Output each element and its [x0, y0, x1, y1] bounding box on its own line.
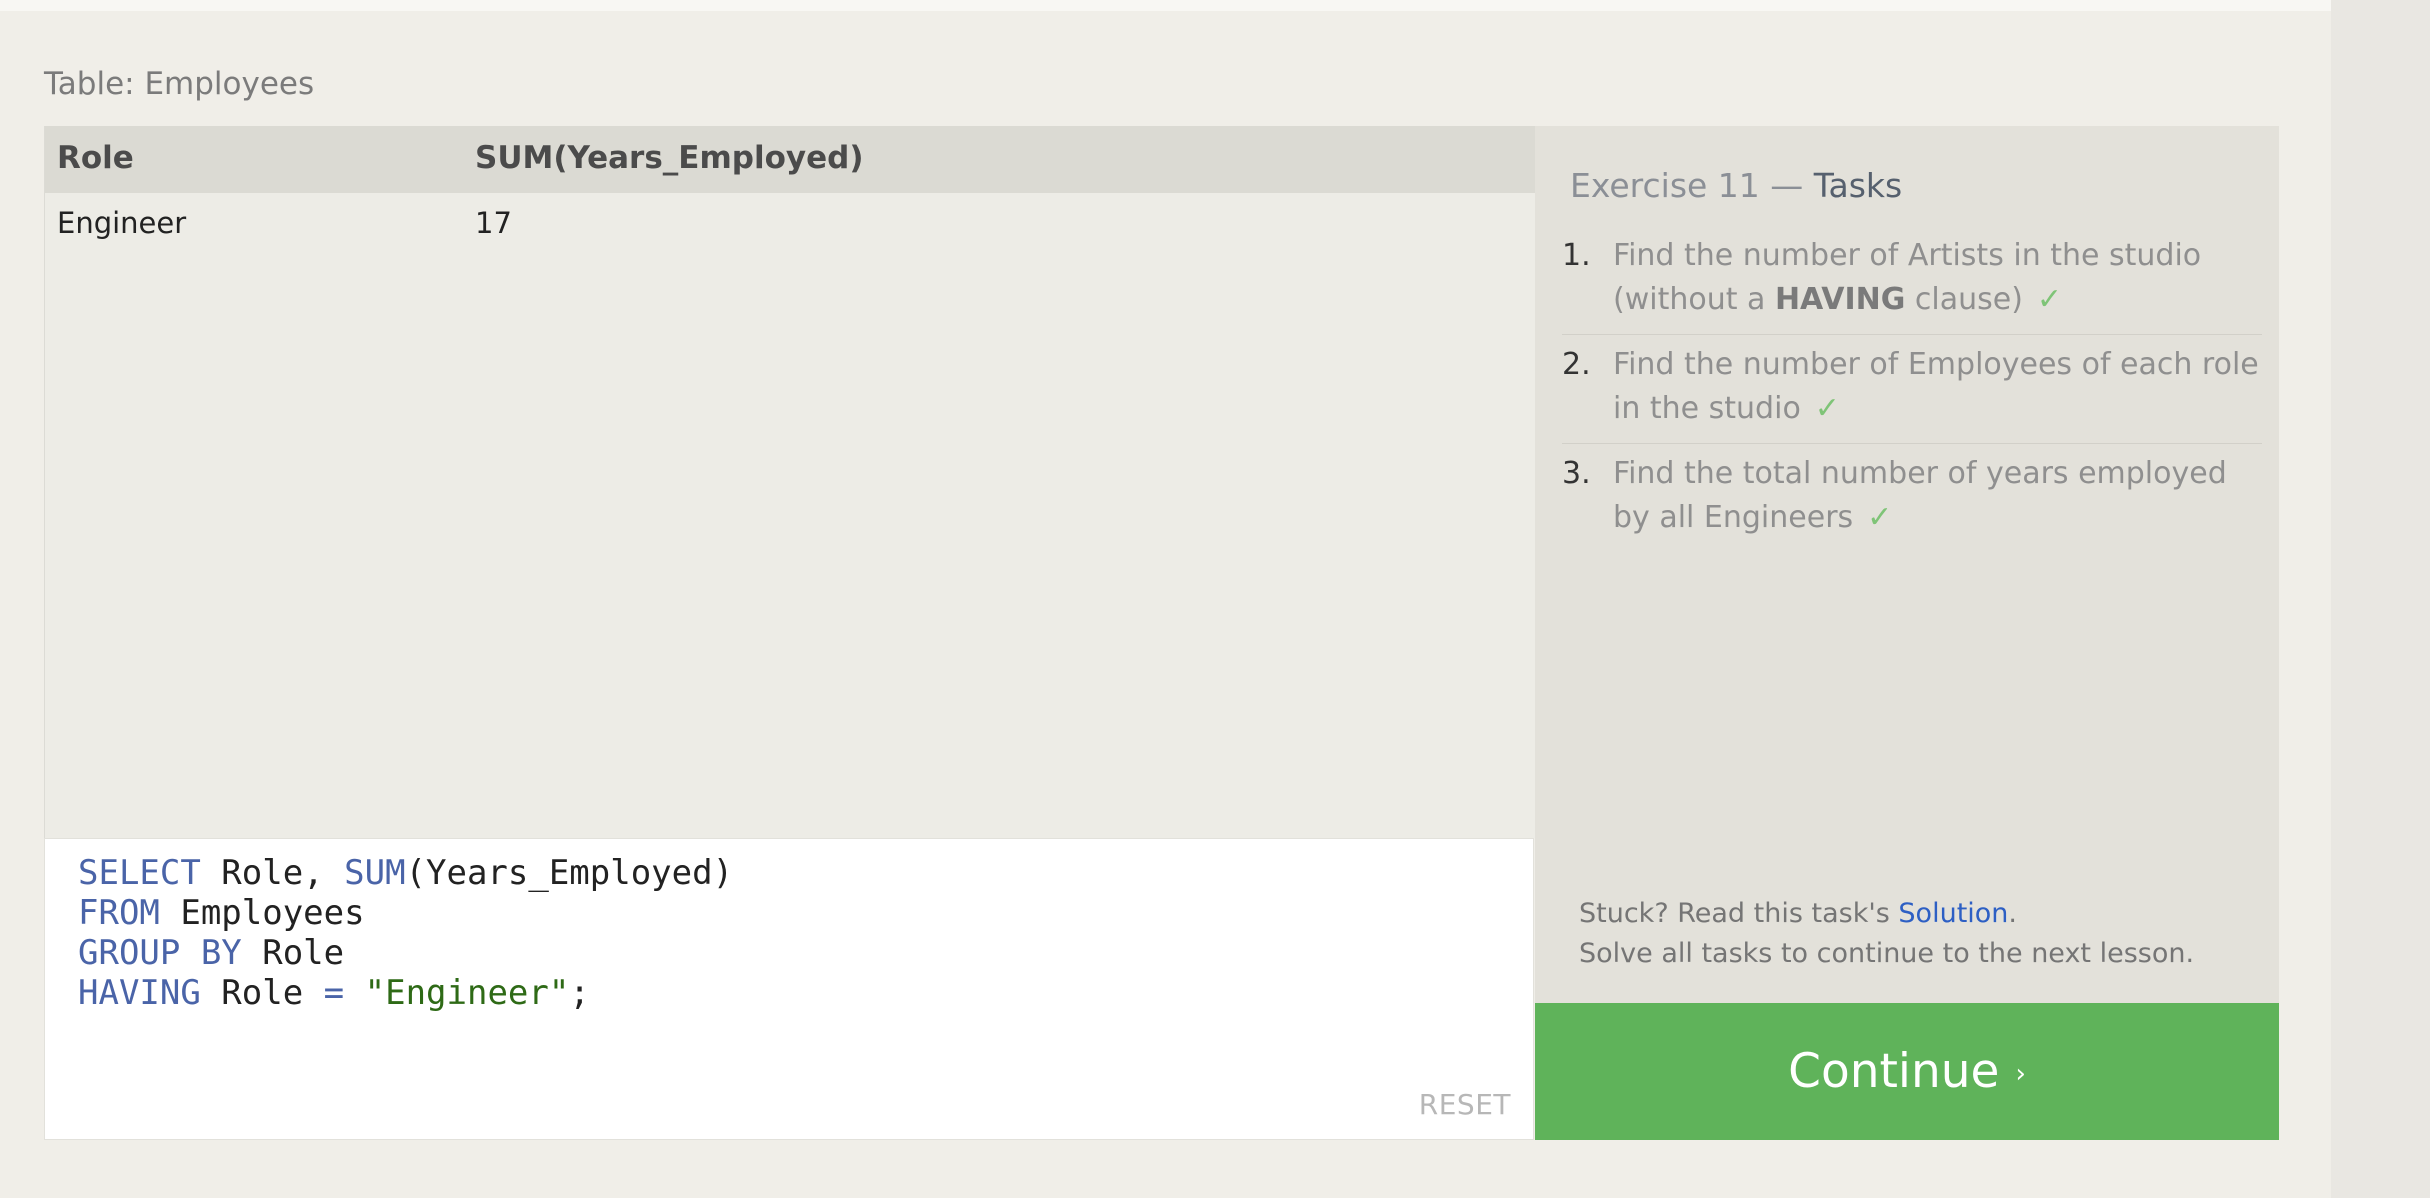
- top-strip: [0, 0, 2331, 11]
- sql-keyword: FROM: [78, 893, 160, 933]
- sql-text: ;: [569, 973, 590, 1013]
- exercise-title-prefix: Exercise 11 —: [1570, 166, 1814, 205]
- sql-editor[interactable]: SELECT Role, SUM(Years_Employed) FROM Em…: [44, 838, 1534, 1140]
- results-table: Role SUM(Years_Employed) Engineer 17: [44, 126, 1535, 838]
- task-text: Find the number of Employees of each rol…: [1613, 343, 2262, 431]
- sql-string: "Engineer": [364, 973, 570, 1013]
- solution-link[interactable]: Solution: [1898, 898, 2008, 929]
- sql-text: (Years_Employed): [405, 853, 734, 893]
- sql-code[interactable]: SELECT Role, SUM(Years_Employed) FROM Em…: [78, 853, 733, 1013]
- help-text: Stuck? Read this task's Solution. Solve …: [1579, 894, 2194, 974]
- column-header-sum: SUM(Years_Employed): [475, 140, 864, 176]
- checkmark-icon: ✓: [1867, 500, 1893, 535]
- task-number: 2.: [1562, 347, 1591, 382]
- cell-role: Engineer: [57, 206, 187, 240]
- right-gutter: [2331, 0, 2430, 1198]
- task-text: Find the total number of years employed …: [1613, 452, 2262, 540]
- task-item: 3. Find the total number of years employ…: [1562, 444, 2262, 552]
- task-text: Find the number of Artists in the studio…: [1613, 234, 2262, 322]
- sql-keyword: SUM: [344, 853, 406, 893]
- sql-keyword: GROUP BY: [78, 933, 242, 973]
- sql-text: Employees: [159, 893, 365, 933]
- sql-keyword: SELECT: [78, 853, 201, 893]
- exercise-title: Exercise 11 — Tasks: [1570, 166, 1902, 205]
- tasks-panel: Exercise 11 — Tasks 1. Find the number o…: [1535, 126, 2279, 1003]
- task-text-part: Find the total number of years employed …: [1613, 456, 2227, 535]
- lesson-page: Table: Employees Role SUM(Years_Employed…: [0, 0, 2331, 1198]
- sql-keyword: HAVING: [78, 973, 201, 1013]
- task-text-bold: HAVING: [1774, 282, 1906, 317]
- help-suffix: .: [2008, 898, 2018, 929]
- workspace: Role SUM(Years_Employed) Engineer 17 SEL…: [44, 126, 2279, 1141]
- task-number: 1.: [1562, 238, 1591, 273]
- sql-text: Role: [241, 933, 345, 973]
- sql-operator: =: [323, 973, 345, 1013]
- cell-sum: 17: [475, 206, 512, 240]
- column-header-role: Role: [57, 140, 134, 176]
- help-line-1: Stuck? Read this task's Solution.: [1579, 894, 2194, 934]
- table-caption: Table: Employees: [44, 66, 315, 102]
- continue-button[interactable]: Continue ›: [1535, 1003, 2279, 1140]
- checkmark-icon: ✓: [2036, 282, 2063, 317]
- task-number: 3.: [1562, 456, 1591, 491]
- reset-button[interactable]: RESET: [1419, 1088, 1511, 1121]
- checkmark-icon: ✓: [1814, 391, 1840, 426]
- sql-text: Role: [200, 973, 324, 1013]
- chevron-right-icon: ›: [2015, 1058, 2026, 1089]
- continue-label: Continue: [1788, 1044, 2000, 1099]
- help-prefix: Stuck? Read this task's: [1579, 898, 1899, 929]
- task-text-part: clause): [1905, 282, 2023, 317]
- exercise-title-tasks: Tasks: [1813, 166, 1903, 205]
- task-item: 2. Find the number of Employees of each …: [1562, 335, 2262, 444]
- sql-text: Role,: [200, 853, 345, 893]
- task-text-part: Find the number of Employees of each rol…: [1613, 347, 2259, 426]
- task-item: 1. Find the number of Artists in the stu…: [1562, 226, 2262, 335]
- help-line-2: Solve all tasks to continue to the next …: [1579, 938, 2195, 969]
- results-header-row: Role SUM(Years_Employed): [45, 126, 1535, 193]
- task-list: 1. Find the number of Artists in the stu…: [1562, 226, 2262, 552]
